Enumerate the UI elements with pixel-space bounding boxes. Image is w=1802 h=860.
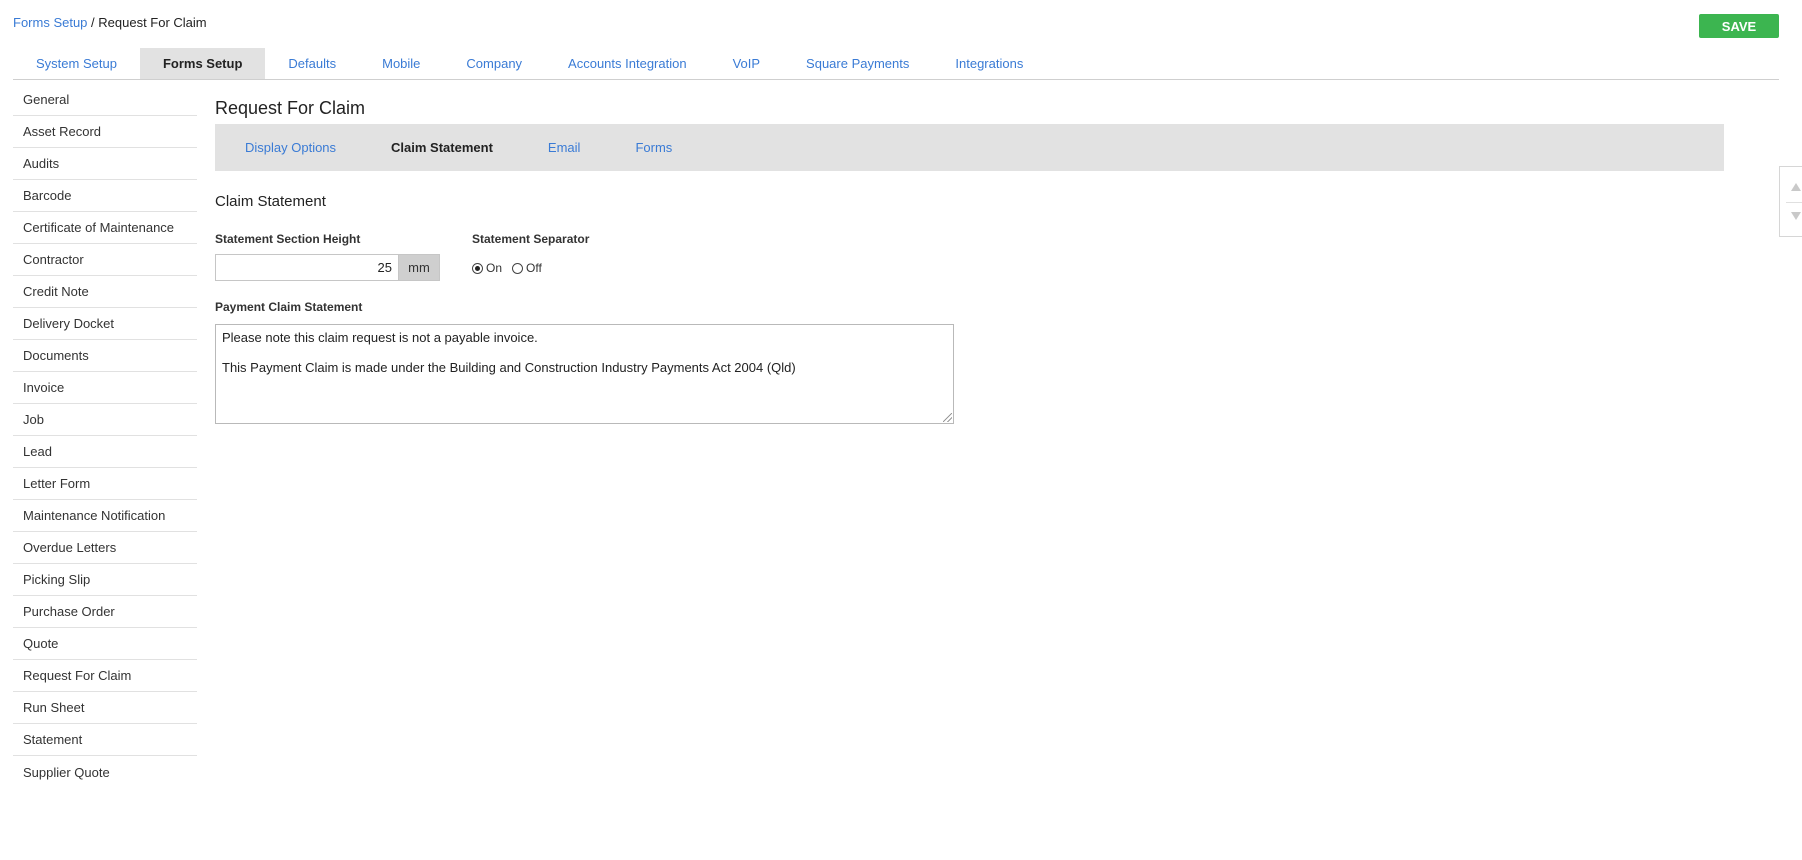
radio-on-label: On <box>486 261 503 275</box>
separator-on-option[interactable]: On <box>472 261 502 275</box>
tab-accounts-integration[interactable]: Accounts Integration <box>545 48 710 79</box>
unit-addon: mm <box>398 254 440 281</box>
separator-radio-group: On Off <box>472 261 552 275</box>
statement-height-label: Statement Section Height <box>215 232 361 246</box>
subtab-email[interactable]: Email <box>548 140 581 155</box>
tab-square-payments[interactable]: Square Payments <box>783 48 932 79</box>
resize-handle-icon[interactable] <box>943 413 952 422</box>
triangle-up-icon[interactable] <box>1791 183 1801 191</box>
section-title: Claim Statement <box>215 193 326 210</box>
subtab-forms[interactable]: Forms <box>635 140 672 155</box>
sidebar-item-contractor[interactable]: Contractor <box>13 244 197 276</box>
statement-line-1: Please note this claim request is not a … <box>222 330 538 345</box>
tab-voip[interactable]: VoIP <box>710 48 783 79</box>
save-button[interactable]: SAVE <box>1699 14 1779 38</box>
sidebar-item-request-for-claim[interactable]: Request For Claim <box>13 660 197 692</box>
triangle-down-icon[interactable] <box>1791 212 1801 220</box>
sidebar-item-lead[interactable]: Lead <box>13 436 197 468</box>
sidebar-item-picking-slip[interactable]: Picking Slip <box>13 564 197 596</box>
sub-tabs: Display Options Claim Statement Email Forms <box>215 124 1724 171</box>
statement-separator-label: Statement Separator <box>472 232 590 246</box>
statement-height-group: mm <box>215 254 440 281</box>
tab-company[interactable]: Company <box>443 48 545 79</box>
sidebar-item-delivery-docket[interactable]: Delivery Docket <box>13 308 197 340</box>
sidebar-item-letter-form[interactable]: Letter Form <box>13 468 197 500</box>
radio-off-label: Off <box>526 261 542 275</box>
payment-claim-label: Payment Claim Statement <box>215 300 363 314</box>
sidebar-item-run-sheet[interactable]: Run Sheet <box>13 692 197 724</box>
sidebar-item-purchase-order[interactable]: Purchase Order <box>13 596 197 628</box>
subtab-display-options[interactable]: Display Options <box>245 140 336 155</box>
sidebar-item-audits[interactable]: Audits <box>13 148 197 180</box>
tab-forms-setup[interactable]: Forms Setup <box>139 48 266 79</box>
payment-claim-textarea[interactable]: Please note this claim request is not a … <box>215 324 954 424</box>
sidebar-item-documents[interactable]: Documents <box>13 340 197 372</box>
breadcrumb-link-forms-setup[interactable]: Forms Setup <box>13 15 87 30</box>
breadcrumb-separator: / <box>87 15 99 30</box>
sidebar-item-general[interactable]: General <box>13 84 197 116</box>
tab-mobile[interactable]: Mobile <box>359 48 443 79</box>
page-title: Request For Claim <box>215 98 366 118</box>
tab-system-setup[interactable]: System Setup <box>13 48 140 79</box>
statement-height-input[interactable] <box>215 254 398 281</box>
sidebar-item-credit-note[interactable]: Credit Note <box>13 276 197 308</box>
sidebar-item-supplier-quote[interactable]: Supplier Quote <box>13 756 197 788</box>
tab-defaults[interactable]: Defaults <box>265 48 359 79</box>
breadcrumb: Forms Setup / Request For Claim <box>13 15 207 30</box>
sidebar-item-overdue-letters[interactable]: Overdue Letters <box>13 532 197 564</box>
sidebar-item-invoice[interactable]: Invoice <box>13 372 197 404</box>
scroll-widget <box>1779 166 1802 237</box>
subtab-claim-statement[interactable]: Claim Statement <box>391 140 493 155</box>
radio-off[interactable] <box>512 262 524 274</box>
sidebar-item-quote[interactable]: Quote <box>13 628 197 660</box>
sidebar-item-maintenance-notification[interactable]: Maintenance Notification <box>13 500 197 532</box>
sidebar-item-barcode[interactable]: Barcode <box>13 180 197 212</box>
tab-integrations[interactable]: Integrations <box>932 48 1046 79</box>
main-tabs: System Setup Forms Setup Defaults Mobile Com… <box>13 48 1779 80</box>
sidebar-item-job[interactable]: Job <box>13 404 197 436</box>
statement-line-2: This Payment Claim is made under the Bui… <box>222 360 796 375</box>
sidebar-item-asset-record[interactable]: Asset Record <box>13 116 197 148</box>
breadcrumb-current: Request For Claim <box>98 15 207 30</box>
radio-on[interactable] <box>472 262 483 274</box>
separator-off-option[interactable]: Off <box>512 261 542 275</box>
sidebar-item-statement[interactable]: Statement <box>13 724 197 756</box>
scroll-divider <box>1786 202 1802 203</box>
sidebar: General Asset Record Audits Barcode Certific… <box>13 84 197 788</box>
sidebar-item-certificate-of-maintenance[interactable]: Certificate of Maintenance <box>13 212 197 244</box>
